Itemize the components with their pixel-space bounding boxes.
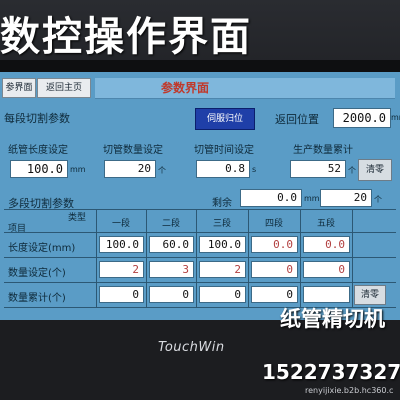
table-col-divider xyxy=(300,209,301,307)
production-label: 生产数量累计 xyxy=(293,145,353,156)
seg2-total-field: 0 xyxy=(149,286,194,303)
overlay-title-top: 数控操作界面 xyxy=(0,13,252,60)
seg4-length-field[interactable]: 0.0 xyxy=(251,236,298,253)
table-col-divider xyxy=(352,209,353,307)
seg1-total-field: 0 xyxy=(99,286,144,303)
table-row-divider xyxy=(4,232,396,233)
home-button[interactable]: 返回主页 xyxy=(37,78,91,98)
cut-qty-field[interactable]: 20 xyxy=(104,160,156,178)
segment-total-clear-button[interactable]: 清零 xyxy=(354,285,386,305)
table-row-label-qty: 数量设定(个) xyxy=(8,268,66,279)
screen-title: 参数界面 xyxy=(160,81,209,95)
return-position-unit: mm xyxy=(391,113,400,122)
table-corner-item: 项目 xyxy=(8,224,27,234)
remaining-field: 0.0 xyxy=(240,189,302,207)
hmi-screen: 参界面 返回主页 参数界面 每段切割参数 伺服归位 返回位置 2000.0 mm… xyxy=(0,72,400,320)
seg1-qty-field[interactable]: 2 xyxy=(99,261,144,278)
segment-count-unit: 个 xyxy=(374,195,382,204)
production-clear-button[interactable]: 清零 xyxy=(358,159,392,181)
table-col-header: 二段 xyxy=(161,219,180,229)
cut-time-label: 切管时间设定 xyxy=(194,145,254,156)
seg4-total-field: 0 xyxy=(251,286,298,303)
brand-logo: TouchWin xyxy=(158,340,225,355)
cut-time-field[interactable]: 0.8 xyxy=(196,160,250,178)
table-row-divider xyxy=(4,282,396,283)
overlay-phone: 15227373279 xyxy=(262,360,400,384)
table-col-header: 五段 xyxy=(316,219,335,229)
table-col-divider xyxy=(146,209,147,307)
back-screen-button[interactable]: 参界面 xyxy=(2,78,36,98)
table-col-header: 四段 xyxy=(264,219,283,229)
header-banner xyxy=(95,78,395,99)
seg5-length-field[interactable]: 0.0 xyxy=(303,236,350,253)
seg3-length-field[interactable]: 100.0 xyxy=(199,236,246,253)
return-position-field[interactable]: 2000.0 xyxy=(333,108,391,128)
table-col-divider xyxy=(196,209,197,307)
section-single-title: 每段切割参数 xyxy=(4,112,70,125)
table-row-label-total: 数量累计(个) xyxy=(8,293,66,304)
table-corner-type: 类型 xyxy=(67,213,86,223)
seg5-qty-field[interactable]: 0 xyxy=(303,261,350,278)
remaining-unit: mm xyxy=(304,194,320,203)
seg2-qty-field[interactable]: 3 xyxy=(149,261,194,278)
tube-length-label: 纸管长度设定 xyxy=(8,145,68,156)
table-col-divider xyxy=(96,209,97,307)
seg3-qty-field[interactable]: 2 xyxy=(199,261,246,278)
table-col-divider xyxy=(248,209,249,307)
table-row-label-length: 长度设定(mm) xyxy=(8,243,76,254)
table-col-header: 三段 xyxy=(212,219,231,229)
cut-qty-label: 切管数量设定 xyxy=(103,145,163,156)
tube-length-unit: mm xyxy=(70,165,86,174)
table-row-divider xyxy=(4,257,396,258)
tube-length-field[interactable]: 100.0 xyxy=(10,160,68,178)
cut-qty-unit: 个 xyxy=(158,166,166,175)
cut-time-unit: s xyxy=(252,165,257,174)
servo-home-button[interactable]: 伺服归位 xyxy=(195,108,255,130)
return-position-label: 返回位置 xyxy=(275,113,319,126)
seg5-total-field xyxy=(303,286,350,303)
production-field: 52 xyxy=(290,160,346,178)
watermark: renyijixie.b2b.hc360.c xyxy=(305,386,394,395)
seg2-length-field[interactable]: 60.0 xyxy=(149,236,194,253)
table-col-header: 一段 xyxy=(111,219,130,229)
remaining-label: 剩余 xyxy=(212,198,232,209)
overlay-product-name: 纸管精切机 xyxy=(280,306,385,331)
production-unit: 个 xyxy=(348,166,356,175)
segment-count-field[interactable]: 20 xyxy=(320,189,372,207)
seg3-total-field: 0 xyxy=(199,286,246,303)
seg4-qty-field[interactable]: 0 xyxy=(251,261,298,278)
seg1-length-field[interactable]: 100.0 xyxy=(99,236,144,253)
